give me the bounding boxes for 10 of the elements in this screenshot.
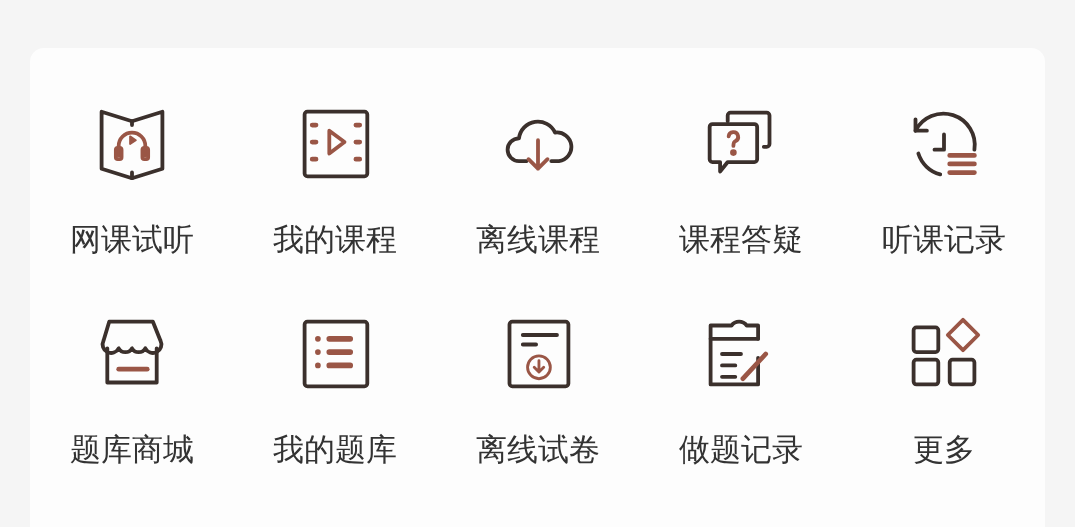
- menu-label[interactable]: 网课试听: [69, 220, 194, 258]
- menu-label[interactable]: 听课记录: [881, 220, 1006, 258]
- menu-label[interactable]: 离线课程: [475, 220, 600, 258]
- menu-label[interactable]: 离线试卷: [475, 430, 600, 468]
- menu-label[interactable]: 题库商城: [69, 430, 194, 468]
- menu-label[interactable]: 更多: [912, 430, 975, 468]
- menu-label[interactable]: 做题记录: [678, 430, 803, 468]
- menu-label[interactable]: 我的题库: [272, 430, 397, 468]
- menu-label[interactable]: 课程答疑: [678, 220, 803, 258]
- menu-label[interactable]: 我的课程: [272, 220, 397, 258]
